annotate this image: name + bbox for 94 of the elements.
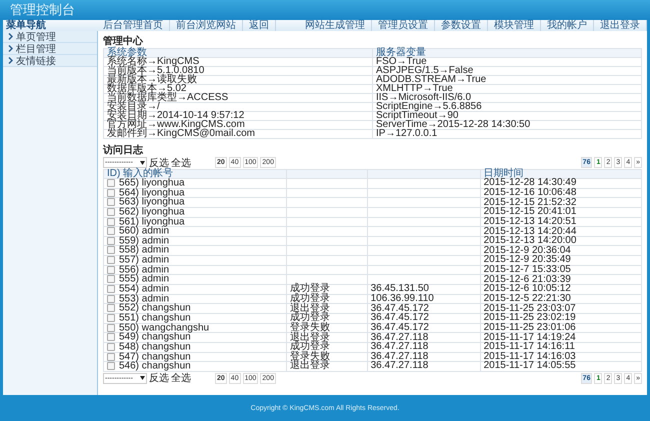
table-cell: 2015-12-15 20:41:01 [480, 207, 642, 218]
column-header: ID) 输入的帐号 [104, 170, 286, 178]
table-cell: ServerTime→2015-12-28 14:30:50 [372, 120, 642, 130]
ip-text: 36.47.27.118 [370, 360, 428, 372]
row-checkbox[interactable] [107, 256, 115, 264]
row-checkbox[interactable] [107, 198, 115, 206]
sidebar-item[interactable]: 单页管理 [3, 31, 97, 43]
table-cell: 当前数据库类型→ACCESS [104, 94, 372, 102]
table-cell: 2015-12-6 10:05:12 [480, 284, 642, 294]
column-header: 服务器变量 [372, 48, 642, 58]
dropdown-arrow-icon [140, 160, 145, 164]
table-cell: 2015-12-7 15:33:05 [480, 265, 642, 275]
account-text: 557) admin [119, 254, 170, 266]
row-checkbox[interactable] [107, 362, 115, 370]
select-all-link[interactable]: 全选 [171, 371, 191, 386]
column-header: 系统参数 [104, 48, 372, 58]
table-cell: 2015-11-25 23:02:19 [480, 313, 642, 324]
select-all-link[interactable]: 全选 [171, 156, 191, 170]
column-header: 日期时间 [480, 170, 642, 178]
table-cell: 2015-11-25 23:03:07 [480, 304, 642, 314]
ip-text: 36.47.45.172 [370, 302, 429, 314]
account-text: 547) changshun [119, 351, 191, 362]
row-checkbox[interactable] [107, 275, 115, 284]
invert-selection-link[interactable]: 反选 [149, 371, 169, 386]
table-cell: 2015-12-28 14:30:49 [480, 178, 642, 188]
account-text: 551) changshun [119, 312, 191, 324]
table-cell: ADODB.STREAM→True [372, 76, 642, 84]
account-text: 561) liyonghua [119, 216, 185, 228]
app-title: 管理控制台 [10, 1, 75, 19]
account-text: 550) wangchangshu [119, 322, 210, 334]
status-text: 成功登录 [290, 293, 330, 304]
sidebar-item[interactable]: 友情链接 [3, 55, 97, 67]
account-text: 553) admin [119, 293, 170, 304]
row-checkbox[interactable] [107, 179, 115, 187]
table-cell: 2015-12-13 14:20:00 [480, 236, 642, 246]
table-cell: 2015-12-5 22:21:30 [480, 294, 642, 304]
account-text: 559) admin [119, 235, 170, 246]
ip-text: 36.47.27.118 [370, 332, 428, 343]
table-cell: IP→127.0.0.1 [372, 130, 642, 138]
account-text: 554) admin [119, 284, 170, 295]
account-text: 546) changshun [119, 360, 191, 372]
table-cell: 最新版本→读取失败 [104, 76, 372, 84]
ip-text: 106.36.99.110 [370, 293, 434, 304]
account-text: 565) liyonghua [119, 178, 185, 189]
table-cell: FSO→True [372, 58, 642, 66]
row-checkbox[interactable] [107, 333, 115, 342]
account-text: 556) admin [119, 264, 170, 276]
table-cell: 安装目录→/ [104, 102, 372, 112]
ip-text: 36.47.45.172 [370, 312, 429, 324]
table-cell: ScriptEngine→5.6.8856 [372, 102, 642, 112]
table-cell: 发邮件到→KingCMS@0mail.com [104, 130, 372, 138]
status-text: 退出登录 [290, 360, 330, 372]
table-cell: 2015-11-25 23:01:06 [480, 323, 642, 333]
row-checkbox[interactable] [107, 246, 115, 254]
table-cell: 2015-12-13 14:20:44 [480, 226, 642, 236]
account-text: 549) changshun [119, 332, 191, 343]
ip-text: 36.47.45.172 [370, 322, 429, 333]
account-text: 564) liyonghua [119, 187, 185, 198]
table-cell: 2015-12-13 14:20:51 [480, 217, 642, 227]
ip-text: 36.45.131.50 [370, 283, 429, 294]
section-title: 管理中心 [103, 36, 144, 47]
table-cell: IIS→Microsoft-IIS/6.0 [372, 94, 642, 102]
table-cell: XMLHTTP→True [372, 84, 642, 94]
table-cell: 2015-12-9 20:35:49 [480, 256, 642, 266]
account-text: 555) admin [119, 274, 170, 286]
table-cell: ScriptTimeout→90 [372, 112, 642, 120]
table-cell: 安装日期→2014-10-14 9:57:12 [104, 112, 372, 120]
row-checkbox[interactable] [107, 304, 115, 312]
account-text: 560) admin [119, 226, 170, 237]
row-checkbox[interactable] [107, 227, 115, 236]
account-text: 558) admin [119, 245, 170, 256]
table-cell: 2015-12-15 21:52:32 [480, 198, 642, 208]
table-cell: 2015-11-17 14:16:03 [480, 352, 642, 362]
account-text: 552) changshun [119, 302, 191, 314]
account-text: 562) liyonghua [119, 206, 185, 218]
table-cell: 2015-12-16 10:06:48 [480, 188, 642, 198]
account-text: 563) liyonghua [119, 196, 185, 208]
ip-text: 36.47.27.118 [370, 350, 428, 362]
section-title: 访问日志 [103, 145, 144, 156]
ip-text: 36.47.27.118 [370, 341, 428, 352]
table-cell: 2015-12-6 21:03:39 [480, 274, 642, 285]
table-cell: 2015-12-9 20:36:04 [480, 246, 642, 256]
table-cell: 2015-11-17 14:05:55 [480, 362, 642, 372]
account-text: 548) changshun [119, 342, 191, 353]
menu-title: 菜单导航 [5, 20, 47, 31]
dropdown-arrow-icon [140, 376, 145, 380]
table-cell: 2015-11-17 14:19:24 [480, 332, 642, 342]
table-cell: 系统名称→KingCMS [104, 58, 372, 66]
row-checkbox[interactable] [107, 285, 115, 294]
table-cell: 2015-11-17 14:16:11 [480, 342, 642, 352]
status-text: 登录失败 [290, 322, 330, 333]
sidebar-item[interactable]: 栏目管理 [3, 43, 97, 55]
table-cell: ASPJPEG/1.5→False [372, 66, 642, 76]
table-cell: 官方网址→www.KingCMS.com [104, 120, 372, 130]
